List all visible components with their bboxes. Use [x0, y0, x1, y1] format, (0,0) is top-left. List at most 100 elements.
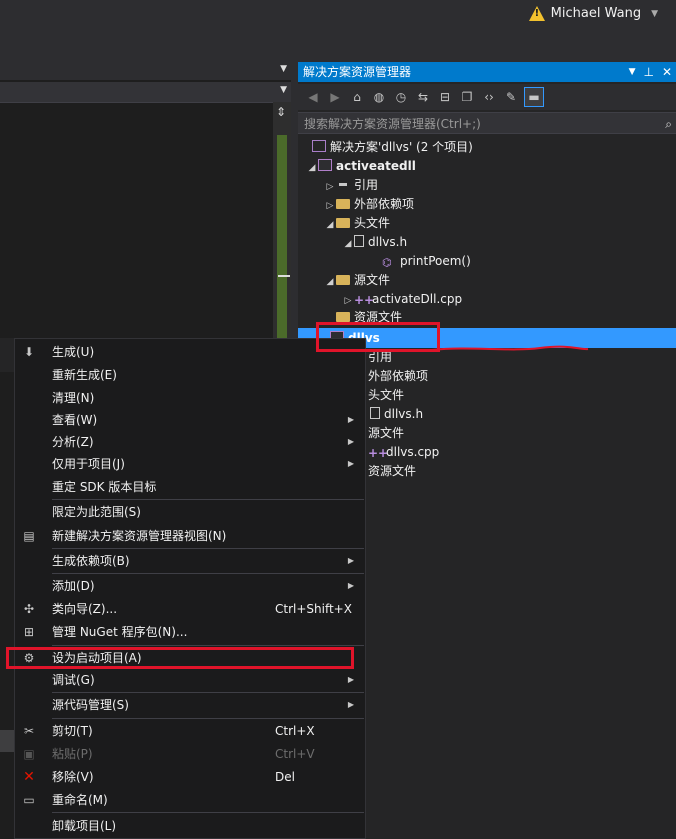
menu-separator: [52, 645, 364, 646]
menu-item-debug[interactable]: 调试(G) ▶: [15, 669, 366, 691]
class-wizard-icon: ✣: [23, 602, 35, 616]
solution-explorer-title: 解决方案资源管理器: [303, 65, 412, 79]
sync-icon[interactable]: ⇆: [414, 88, 432, 106]
nav-dropdown-icon[interactable]: ▼: [280, 85, 287, 95]
menu-item-scope-to-this[interactable]: 限定为此范围(S): [15, 501, 366, 523]
tree-item-external-deps-2[interactable]: 外部依赖项: [368, 367, 428, 386]
split-icon[interactable]: ⇕: [276, 105, 286, 119]
scroll-marker: [278, 275, 290, 277]
submenu-arrow-icon: ▶: [347, 700, 354, 709]
tree-item-project-activeatedll[interactable]: ◢ activeatedll: [306, 157, 416, 176]
menu-item-remove[interactable]: ✕ 移除(V) Del: [15, 766, 366, 788]
menu-item-rename[interactable]: ▭ 重命名(M): [15, 789, 366, 811]
menu-item-new-explorer-view[interactable]: ▤ 新建解决方案资源管理器视图(N): [15, 525, 366, 547]
warning-icon: !: [528, 6, 545, 21]
folder-icon: [336, 199, 350, 209]
menu-item-clean[interactable]: 清理(N): [15, 387, 366, 409]
cpp-file-icon: ++: [368, 446, 389, 460]
menu-separator: [52, 573, 364, 574]
rename-icon: ▭: [23, 793, 35, 807]
tree-item-header-files-2[interactable]: 头文件: [368, 386, 404, 405]
globe-icon[interactable]: ◍: [370, 88, 388, 106]
properties-icon[interactable]: ✎: [502, 88, 520, 106]
folder-icon: [336, 312, 350, 322]
tree-item-resource-files-2[interactable]: 资源文件: [368, 462, 416, 481]
nuget-icon: ⊞: [23, 625, 35, 639]
menu-item-project-only[interactable]: 仅用于项目(J) ▶: [15, 453, 366, 475]
solution-explorer-toolbar: ◀ ▶ ⌂ ◍ ◷ ⇆ ⊟ ❐ ‹› ✎ ▬: [298, 84, 676, 110]
collapse-arrow-icon[interactable]: ◢: [324, 216, 336, 235]
close-icon[interactable]: ✕: [662, 62, 672, 82]
menu-item-rebuild[interactable]: 重新生成(E): [15, 364, 366, 386]
tree-item-dllvs-h-2[interactable]: dllvs.h: [370, 405, 423, 424]
collapse-all-icon[interactable]: ⊟: [436, 88, 454, 106]
search-icon[interactable]: ⌕: [665, 113, 672, 135]
preview-icon[interactable]: ▬: [524, 87, 544, 107]
show-all-files-icon[interactable]: ❐: [458, 88, 476, 106]
submenu-arrow-icon: ▶: [347, 556, 354, 565]
scissors-icon: ✂: [23, 724, 35, 738]
menu-item-retarget-sdk[interactable]: 重定 SDK 版本目标: [15, 476, 366, 498]
forward-icon[interactable]: ▶: [326, 88, 344, 106]
side-panel-strip: [0, 338, 14, 372]
menu-item-build-dependencies[interactable]: 生成依赖项(B) ▶: [15, 550, 366, 572]
menu-item-add[interactable]: 添加(D) ▶: [15, 575, 366, 597]
menu-item-manage-nuget[interactable]: ⊞ 管理 NuGet 程序包(N)...: [15, 621, 366, 643]
menu-item-build[interactable]: ⬇ 生成(U): [15, 341, 366, 363]
folder-icon: [336, 275, 350, 285]
header-file-icon: [370, 407, 380, 419]
collapse-arrow-icon[interactable]: ◢: [306, 159, 318, 178]
menu-separator: [52, 718, 364, 719]
solution-explorer-title-bar: 解决方案资源管理器 ▼ ⊥ ✕: [298, 62, 676, 82]
submenu-arrow-icon: ▶: [347, 581, 354, 590]
history-icon[interactable]: ◷: [392, 88, 410, 106]
tree-item-dllvs-cpp[interactable]: ++dllvs.cpp: [368, 443, 439, 462]
window-dropdown-icon[interactable]: ▼: [629, 62, 636, 82]
view-code-icon[interactable]: ‹›: [480, 88, 498, 106]
editor-navigation-bar[interactable]: ▼: [0, 82, 291, 103]
tree-item-activatedll-cpp[interactable]: ▷ ++activateDll.cpp: [342, 290, 463, 309]
user-account[interactable]: ! Michael Wang ▼: [528, 6, 658, 21]
tree-item-printpoem[interactable]: ⌬ printPoem(): [370, 252, 471, 271]
submenu-arrow-icon: ▶: [347, 459, 354, 468]
tree-item-external-deps[interactable]: ▷ 外部依赖项: [324, 195, 414, 214]
tree-item-dllvs-h[interactable]: ◢ dllvs.h: [342, 233, 407, 252]
header-file-icon: [354, 235, 364, 247]
tree-item-source-files[interactable]: ◢ 源文件: [324, 271, 390, 290]
menu-separator: [52, 548, 364, 549]
menu-item-paste: ▣ 粘贴(P) Ctrl+V: [23, 747, 315, 761]
pin-icon[interactable]: ⊥: [643, 62, 653, 82]
folder-icon: [336, 218, 350, 228]
cpp-file-icon: ++: [354, 293, 375, 307]
project-icon: [318, 159, 332, 171]
tree-item-references[interactable]: ▷ 引用: [324, 176, 378, 195]
submenu-arrow-icon: ▶: [347, 675, 354, 684]
menu-item-class-wizard[interactable]: ✣ 类向导(Z)... Ctrl+Shift+X: [15, 598, 366, 620]
collapse-arrow-icon[interactable]: ◢: [324, 273, 336, 292]
search-placeholder: 搜索解决方案资源管理器(Ctrl+;): [304, 117, 481, 131]
build-icon: ⬇: [23, 345, 35, 359]
menu-separator: [52, 812, 364, 813]
side-panel-strip: [0, 730, 14, 752]
tree-item-resource-files[interactable]: 资源文件: [336, 308, 402, 322]
annotation-highlight-box: [6, 647, 354, 669]
collapse-arrow-icon[interactable]: ◢: [342, 235, 354, 254]
tree-item-header-files[interactable]: ◢ 头文件: [324, 214, 390, 233]
references-icon: [336, 178, 350, 190]
back-icon[interactable]: ◀: [304, 88, 322, 106]
new-view-icon: ▤: [23, 529, 35, 543]
tree-item-source-files-2[interactable]: 源文件: [368, 424, 404, 443]
menu-separator: [52, 692, 364, 693]
home-icon[interactable]: ⌂: [348, 88, 366, 106]
menu-item-analyze[interactable]: 分析(Z) ▶: [15, 431, 366, 453]
solution-icon: [312, 140, 326, 152]
chevron-down-icon: ▼: [651, 8, 658, 19]
menu-item-view[interactable]: 查看(W) ▶: [15, 409, 366, 431]
menu-item-cut[interactable]: ✂ 剪切(T) Ctrl+X: [15, 720, 366, 742]
solution-explorer-search[interactable]: 搜索解决方案资源管理器(Ctrl+;) ⌕: [298, 112, 676, 134]
menu-item-unload-project[interactable]: 卸载项目(L): [15, 815, 366, 837]
tree-item-solution[interactable]: 解决方案'dllvs' (2 个项目): [300, 138, 473, 157]
tab-dropdown-icon[interactable]: ▼: [280, 64, 287, 74]
menu-item-source-control[interactable]: 源代码管理(S) ▶: [15, 694, 366, 716]
function-icon: ⌬: [382, 256, 392, 269]
